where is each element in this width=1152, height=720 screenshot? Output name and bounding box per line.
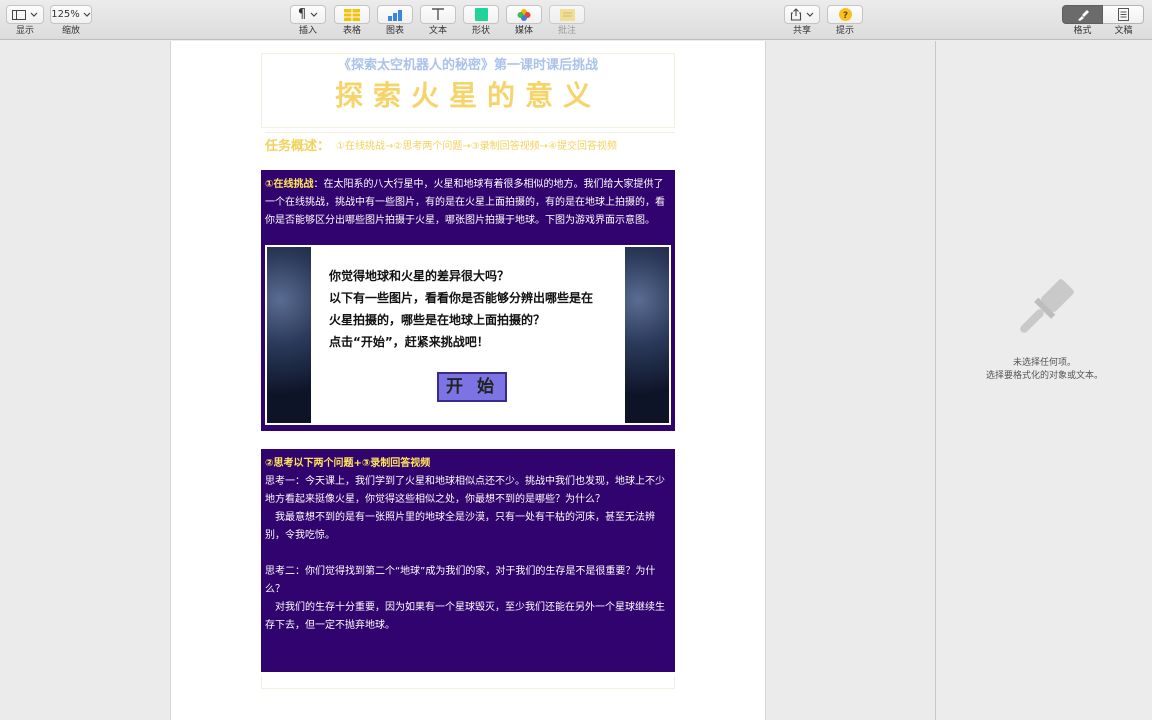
answer-1: 我最意想不到的是有一张照片里的地球全是沙漠，只有一处有干枯的河床，甚至无法辨别，… [265, 512, 655, 541]
view-label: 显示 [15, 26, 34, 36]
answer-2: 对我们的生存十分重要，因为如果有一个星球毁灭，至少我们还能在另外一个星球继续生存… [265, 602, 665, 631]
comment-icon [559, 8, 575, 21]
task-label: 任务概述： [265, 139, 331, 154]
section-questions[interactable]: ②思考以下两个问题+③录制回答视频 思考一：今天课上，我们学到了火星和地球相似点… [261, 449, 675, 672]
comment-label: 批注 [557, 26, 576, 36]
share-button[interactable] [784, 5, 820, 24]
comment-tool[interactable]: 批注 [549, 5, 585, 36]
shape-icon [474, 8, 488, 21]
text-button[interactable] [420, 5, 456, 24]
tips-button[interactable]: ? [827, 5, 863, 24]
tips-tool[interactable]: ? 提示 [827, 5, 863, 36]
chevron-down-icon [30, 12, 38, 17]
text-label: 文本 [428, 26, 447, 36]
game-line-1: 你觉得地球和火星的差异很大吗？ [329, 269, 510, 283]
media-button[interactable] [506, 5, 542, 24]
media-tool[interactable]: 媒体 [506, 5, 542, 36]
insert-button[interactable]: ¶ [290, 5, 326, 24]
format-inspector: 未选择任何项。 选择要格式化的对象或文本。 [935, 41, 1152, 720]
game-line-3: 火星拍摄的，哪些是在地球上面拍摄的？ [329, 313, 546, 327]
chevron-down-icon [310, 12, 318, 17]
game-start-button: 开 始 [437, 372, 507, 402]
game-line-2: 以下有一些图片，看看你是否能够分辨出哪些是在 [329, 291, 594, 305]
format-tab[interactable]: 格式 [1062, 5, 1103, 36]
shape-button[interactable] [463, 5, 499, 24]
game-screenshot[interactable]: 你觉得地球和火星的差异很大吗？ 以下有一些图片，看看你是否能够分辨出哪些是在 火… [265, 245, 671, 425]
view-menu[interactable]: 显示 [6, 5, 44, 36]
task-text: ①在线挑战→②思考两个问题→③录制回答视频→④提交回答视频 [336, 141, 618, 152]
document-canvas[interactable]: 《探索太空机器人的秘密》第一课时课后挑战 探索火星的意义 任务概述： ①在线挑战… [0, 41, 935, 720]
shape-tool[interactable]: 形状 [463, 5, 499, 36]
chart-button[interactable] [377, 5, 413, 24]
task-overview[interactable]: 任务概述： ①在线挑战→②思考两个问题→③录制回答视频→④提交回答视频 [265, 132, 675, 156]
zoom-button[interactable]: 125% [50, 5, 92, 24]
format-button[interactable] [1062, 5, 1103, 24]
table-button[interactable] [334, 5, 370, 24]
format-label: 格式 [1073, 26, 1092, 36]
zoom-menu[interactable]: 125% 缩放 [50, 5, 92, 36]
document-label: 文稿 [1114, 26, 1133, 36]
pilcrow-icon: ¶ [297, 7, 307, 22]
share-label: 共享 [792, 26, 811, 36]
chevron-down-icon [83, 12, 91, 17]
section1-paragraph: ①在线挑战：在太阳系的八大行星中，火星和地球有着很多相似的地方。我们给大家提供了… [265, 176, 671, 230]
question-1: 思考一：今天课上，我们学到了火星和地球相似点还不少。挑战中我们也发现，地球上不少… [265, 476, 665, 505]
tips-label: 提示 [835, 26, 854, 36]
section1-heading: ①在线挑战 [265, 179, 314, 190]
view-button[interactable] [6, 5, 44, 24]
chart-label: 图表 [385, 26, 404, 36]
comment-button[interactable] [549, 5, 585, 24]
insert-menu[interactable]: ¶ 插入 [290, 5, 326, 36]
media-icon [517, 8, 531, 21]
game-intro: 你觉得地球和火星的差异很大吗？ 以下有一些图片，看看你是否能够分辨出哪些是在 火… [329, 265, 619, 353]
section2-heading: ②思考以下两个问题+③录制回答视频 [265, 458, 431, 469]
starfield-right [625, 247, 669, 423]
lesson-subtitle: 《探索太空机器人的秘密》第一课时课后挑战 [337, 58, 598, 73]
paintbrush-icon [1020, 279, 1074, 333]
section1-text: ：在太阳系的八大行星中，火星和地球有着很多相似的地方。我们给大家提供了一个在线挑… [265, 179, 665, 226]
header-block[interactable]: 《探索太空机器人的秘密》第一课时课后挑战 探索火星的意义 [261, 53, 675, 128]
sidebar-icon [12, 9, 26, 20]
table-icon [344, 8, 360, 21]
toolbar: 显示 125% 缩放 ¶ 插入 表格 图表 文本 形状 媒体 批注 共享 ? 提… [0, 0, 1152, 40]
chevron-down-icon [806, 12, 814, 17]
table-label: 表格 [342, 26, 361, 36]
inspector-switcher: 格式 文稿 [1062, 5, 1144, 36]
question-2: 思考二：你们觉得找到第二个“地球”成为我们的家，对于我们的生存是不是很重要？为什… [265, 566, 656, 595]
no-selection-message: 未选择任何项。 选择要格式化的对象或文本。 [936, 357, 1152, 383]
game-line-4: 点击“开始”，赶紧来挑战吧！ [329, 335, 489, 349]
document-icon [1117, 8, 1129, 21]
shape-label: 形状 [471, 26, 490, 36]
no-selection-line-2: 选择要格式化的对象或文本。 [985, 371, 1103, 381]
svg-text:?: ? [842, 11, 847, 21]
chart-tool[interactable]: 图表 [377, 5, 413, 36]
question-icon: ? [838, 8, 852, 21]
table-tool[interactable]: 表格 [334, 5, 370, 36]
text-tool[interactable]: 文本 [420, 5, 456, 36]
page-title: 探索火星的意义 [334, 79, 601, 112]
insert-label: 插入 [298, 26, 317, 36]
starfield-left [267, 247, 311, 423]
document-tab[interactable]: 文稿 [1103, 5, 1144, 36]
section-online-challenge[interactable]: ①在线挑战：在太阳系的八大行星中，火星和地球有着很多相似的地方。我们给大家提供了… [261, 170, 675, 431]
bottom-text-box[interactable] [261, 675, 675, 689]
zoom-value: 125% [51, 9, 80, 20]
no-selection-line-1: 未选择任何项。 [1012, 358, 1076, 368]
media-label: 媒体 [514, 26, 533, 36]
zoom-label: 缩放 [61, 26, 80, 36]
document-button[interactable] [1103, 5, 1144, 24]
share-menu[interactable]: 共享 [784, 5, 820, 36]
share-icon [790, 8, 802, 21]
paintbrush-icon [1077, 9, 1089, 21]
chart-icon [388, 9, 402, 21]
text-icon [432, 8, 444, 20]
document-page[interactable]: 《探索太空机器人的秘密》第一课时课后挑战 探索火星的意义 任务概述： ①在线挑战… [170, 41, 766, 720]
